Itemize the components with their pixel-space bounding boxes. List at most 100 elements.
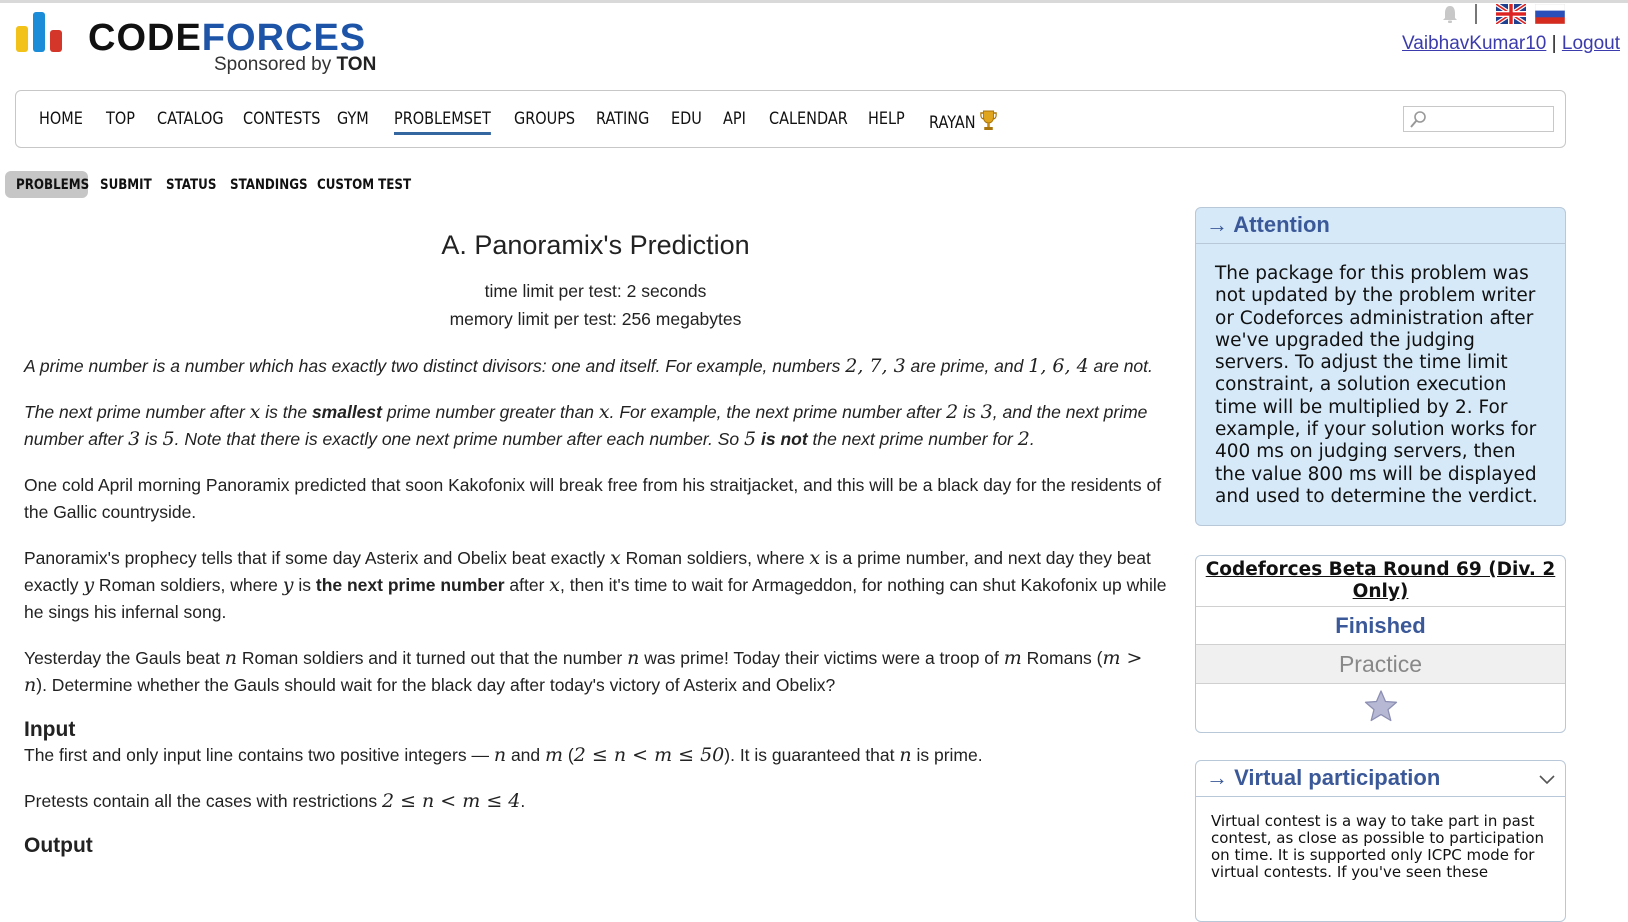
contest-name-link[interactable]: Codeforces Beta Round 69 (Div. 2 Only)	[1196, 556, 1565, 607]
math: 2, 7, 3	[845, 355, 906, 377]
star-icon[interactable]	[1364, 689, 1398, 723]
nav-top[interactable]: TOP	[106, 109, 135, 129]
attention-box: → Attention The package for this problem…	[1195, 207, 1566, 526]
text: was prime! Today their victims were a tr…	[639, 648, 1004, 668]
pretests-note: Pretests contain all the cases with rest…	[24, 788, 1167, 815]
math: y	[282, 574, 294, 596]
text: Roman soldiers and it turned out that th…	[237, 648, 628, 668]
virtual-text: Virtual contest is a way to take part in…	[1211, 812, 1545, 881]
nav-rayan[interactable]: RAYAN	[929, 109, 998, 133]
nav-catalog[interactable]: CATALOG	[157, 109, 224, 129]
virtual-participation-box: → Virtual participation Virtual contest …	[1195, 760, 1566, 922]
logo-bar-yellow	[16, 26, 28, 52]
input-spec: The first and only input line contains t…	[24, 742, 1167, 769]
bold-text: the next prime number	[315, 575, 505, 595]
user-links: VaibhavKumar10 | Logout	[1402, 33, 1620, 55]
text: A prime number is a number which has exa…	[24, 356, 846, 376]
nav-rating[interactable]: RATING	[596, 109, 649, 129]
russian-flag-icon[interactable]	[1535, 4, 1565, 24]
divider	[1196, 243, 1565, 244]
math: x	[249, 401, 261, 423]
math: x	[549, 574, 560, 596]
codeforces-logo-icon[interactable]	[16, 12, 76, 52]
math: n	[627, 647, 640, 669]
math: 5	[162, 428, 175, 450]
math: n	[493, 744, 507, 766]
codeforces-logo-text[interactable]: CODEFORCES	[88, 18, 366, 58]
text: prime number greater than	[381, 402, 599, 422]
output-heading: Output	[24, 834, 93, 857]
text: after	[504, 575, 550, 595]
virtual-title: → Virtual participation	[1206, 765, 1441, 790]
text: .	[520, 791, 526, 811]
text: The next prime number after	[24, 402, 250, 422]
text: and	[506, 745, 546, 765]
logout-link[interactable]: Logout	[1562, 33, 1620, 54]
legend-paragraph-3: One cold April morning Panoramix predict…	[24, 475, 1162, 522]
text: Roman soldiers, where	[620, 548, 810, 568]
math: 3	[128, 428, 141, 450]
text: . Note that there is exactly one next pr…	[174, 429, 745, 449]
text: . For example, the next prime number aft…	[609, 402, 947, 422]
legend-paragraph-4: Panoramix's prophecy tells that if some …	[24, 545, 1167, 626]
math: m	[1003, 647, 1022, 669]
subnav-submit[interactable]: SUBMIT	[100, 177, 152, 193]
nav-rayan-label: RAYAN	[929, 113, 976, 133]
nav-contests[interactable]: CONTESTS	[243, 109, 320, 129]
math: x	[598, 401, 610, 423]
nav-api[interactable]: API	[723, 109, 746, 129]
nav-edu[interactable]: EDU	[671, 109, 702, 129]
bell-icon[interactable]	[1440, 4, 1460, 24]
input-heading: Input	[24, 718, 76, 741]
main-menu: HOME TOP CATALOG CONTESTS GYM PROBLEMSET…	[15, 90, 1566, 148]
header-separator	[1475, 4, 1477, 24]
username-link[interactable]: VaibhavKumar10	[1402, 33, 1546, 54]
problem-statement: A. Panoramix's Prediction time limit per…	[24, 230, 1174, 858]
math: 2	[1017, 428, 1030, 450]
text: is	[140, 429, 163, 449]
subnav-standings[interactable]: STANDINGS	[230, 177, 308, 193]
subnav-status[interactable]: STATUS	[166, 177, 216, 193]
text: Romans (	[1021, 648, 1103, 668]
text: is the	[260, 402, 312, 422]
english-flag-icon[interactable]	[1496, 4, 1526, 24]
math: n	[899, 744, 912, 766]
math: 5	[744, 428, 757, 450]
legend-paragraph-5: Yesterday the Gauls beat n Roman soldier…	[24, 645, 1167, 699]
text: are prime, and	[905, 356, 1029, 376]
text: (	[563, 745, 574, 765]
search-input[interactable]	[1403, 106, 1554, 132]
text: ). It is guaranteed that	[724, 745, 900, 765]
math: m	[545, 744, 564, 766]
logo-text-forces: FORCES	[201, 17, 367, 59]
text: The first and only input line contains t…	[24, 745, 494, 765]
legend-paragraph-2: The next prime number after x is the sma…	[24, 399, 1167, 453]
nav-gym[interactable]: GYM	[337, 109, 369, 129]
text: is	[958, 402, 981, 422]
subnav-custom-test[interactable]: CUSTOM TEST	[317, 177, 411, 193]
text: Roman soldiers, where	[94, 575, 283, 595]
sponsor-line: Sponsored by TON	[214, 54, 376, 76]
nav-home[interactable]: HOME	[39, 109, 83, 129]
logo-text-code: CODE	[88, 17, 202, 59]
math: x	[610, 547, 621, 569]
nav-calendar[interactable]: CALENDAR	[769, 109, 848, 129]
window-top-border	[0, 0, 1628, 3]
search-icon	[1410, 111, 1426, 128]
text: the next prime number for	[807, 429, 1018, 449]
sponsor-prefix: Sponsored by	[214, 54, 337, 75]
math: 1, 6, 4	[1028, 355, 1089, 377]
nav-help[interactable]: HELP	[868, 109, 905, 129]
math: x	[809, 547, 821, 569]
sponsor-name: TON	[336, 54, 377, 75]
trophy-icon	[980, 110, 997, 130]
nav-problemset[interactable]: PROBLEMSET	[394, 109, 491, 135]
text: Pretests contain all the cases with rest…	[24, 791, 382, 811]
chevron-down-icon[interactable]	[1537, 771, 1557, 787]
subnav-problems[interactable]: PROBLEMS	[16, 177, 89, 193]
memory-limit: memory limit per test: 256 megabytes	[449, 309, 742, 329]
math: 3	[980, 401, 993, 423]
nav-groups[interactable]: GROUPS	[514, 109, 575, 129]
text: ). Determine whether the Gauls should wa…	[36, 675, 836, 695]
contest-status: Finished	[1196, 608, 1565, 645]
